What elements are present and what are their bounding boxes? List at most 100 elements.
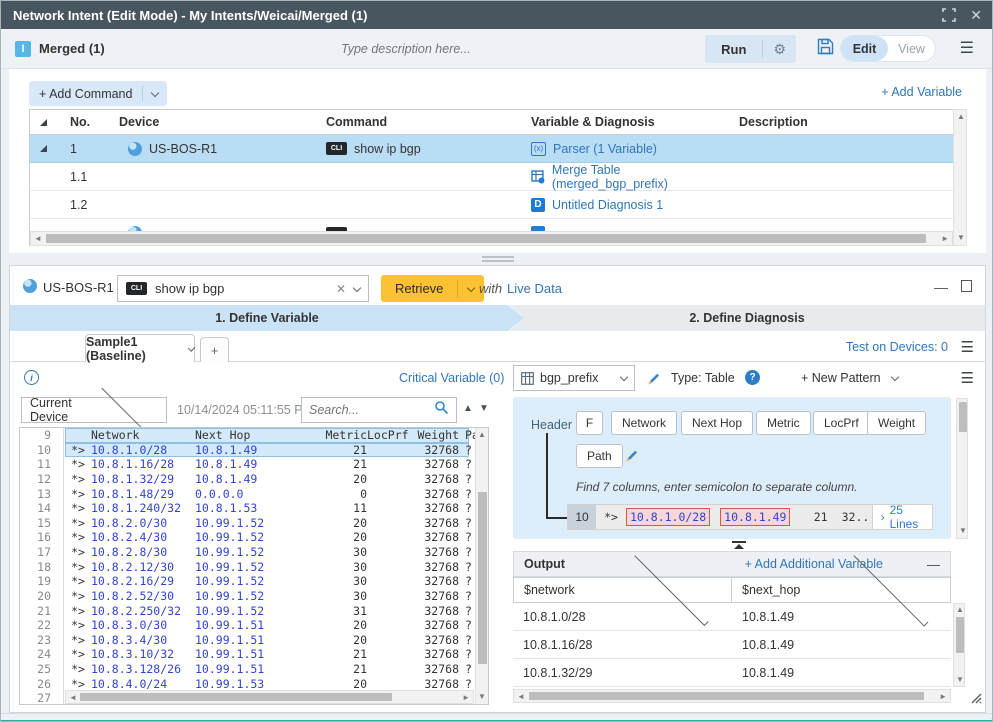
code-line[interactable]: 25*>10.8.3.128/2610.99.1.512132768? [20, 662, 488, 677]
search-icon[interactable] [434, 400, 449, 420]
scroll-thumb[interactable] [478, 492, 487, 664]
scroll-up-icon[interactable]: ▲ [956, 606, 964, 614]
code-line[interactable]: 10*>10.8.1.0/2810.8.1.492132768? [20, 443, 488, 458]
code-line[interactable]: 24*>10.8.3.10/3210.99.1.512132768? [20, 647, 488, 662]
scroll-thumb[interactable] [959, 402, 967, 432]
code-line[interactable]: 23*>10.8.3.4/3010.99.1.512032768? [20, 633, 488, 648]
scroll-right-icon[interactable]: ► [939, 693, 947, 701]
variable-select[interactable]: bgp_prefix [513, 365, 635, 391]
output-vscrollbar[interactable]: ▲ ▼ [953, 603, 965, 687]
output-column-nexthop[interactable]: $next_hop [732, 577, 951, 603]
retrieve-button[interactable]: Retrieve [381, 275, 484, 302]
merge-table-link[interactable]: Merge Table (merged_bgp_prefix) [552, 163, 739, 191]
view-toggle[interactable]: View [888, 36, 935, 61]
table-row[interactable]: 1.1 Merge Table (merged_bgp_prefix) [30, 163, 966, 191]
pattern-column-button[interactable]: Next Hop [681, 411, 753, 435]
description-input[interactable] [341, 37, 581, 61]
code-line[interactable]: 13*>10.8.1.48/290.0.0.0032768? [20, 487, 488, 502]
sample-menu-icon[interactable]: ☰ [961, 338, 974, 356]
add-command-button[interactable]: + Add Command [29, 81, 167, 106]
search-prev-icon[interactable]: ▲ [463, 403, 473, 414]
scroll-left-icon[interactable]: ◄ [69, 694, 77, 702]
info-icon[interactable]: i [24, 370, 39, 385]
code-line[interactable]: 17*>10.8.2.8/3010.99.1.523032768? [20, 545, 488, 560]
code-line[interactable]: 11*>10.8.1.16/2810.8.1.492132768? [20, 457, 488, 472]
collapse-all-icon[interactable] [40, 119, 47, 126]
test-on-devices-link[interactable]: Test on Devices: 0 [846, 340, 948, 354]
add-variable-link[interactable]: + Add Variable [881, 85, 962, 99]
search-box[interactable] [301, 397, 457, 423]
output-row[interactable]: 10.8.1.16/28 10.8.1.49 [513, 631, 951, 659]
code-line[interactable]: 15*>10.8.2.0/3010.99.1.522032768? [20, 516, 488, 531]
pattern-sample-line[interactable]: 10 *> 10.8.1.0/28 10.8.1.49 21 32... › 2… [567, 504, 933, 530]
live-data-link[interactable]: Live Data [507, 281, 562, 296]
diagnosis-link[interactable]: Untitled Diagnosis 1 [552, 198, 663, 212]
scroll-thumb[interactable] [956, 617, 964, 653]
scroll-thumb[interactable] [46, 234, 926, 243]
output-hscrollbar[interactable]: ◄ ► [513, 689, 951, 703]
search-input[interactable] [309, 403, 434, 417]
code-line[interactable]: 14*>10.8.1.240/3210.8.1.531132768? [20, 501, 488, 516]
code-line[interactable]: 9NetworkNext HopMetricLocPrfWeightPath [20, 428, 488, 443]
panel-splitter[interactable] [482, 256, 514, 263]
scroll-thumb[interactable] [529, 692, 924, 700]
code-line[interactable]: 19*>10.8.2.16/2910.99.1.523032768? [20, 574, 488, 589]
variable-select-chevron-icon[interactable] [620, 373, 628, 381]
pattern-column-button[interactable]: F [576, 411, 603, 435]
command-dropdown-icon[interactable] [354, 280, 360, 298]
code-vscrollbar[interactable]: ▲ ▼ [475, 428, 488, 704]
tab-define-variable[interactable]: 1. Define Variable [10, 305, 524, 331]
add-command-chevron-icon[interactable] [143, 87, 167, 101]
clear-command-icon[interactable]: ✕ [336, 282, 346, 296]
run-button[interactable]: Run [705, 42, 762, 57]
code-line[interactable]: 22*>10.8.3.0/3010.99.1.512032768? [20, 618, 488, 633]
search-next-icon[interactable]: ▼ [479, 403, 489, 414]
run-settings-gear-icon[interactable]: ⚙ [763, 41, 796, 58]
code-line[interactable]: 12*>10.8.1.32/2910.8.1.492032768? [20, 472, 488, 487]
table-row[interactable]: 1 US-BOS-R1 CLI show ip bgp (x) Parser (… [30, 135, 966, 163]
scroll-down-icon[interactable]: ▼ [959, 527, 967, 535]
add-sample-tab[interactable]: + [200, 337, 229, 362]
critical-variable-link[interactable]: Critical Variable (0) [399, 371, 504, 385]
output-row[interactable]: 10.8.1.32/29 10.8.1.49 [513, 659, 951, 687]
output-column-network[interactable]: $network [513, 577, 732, 603]
scroll-down-icon[interactable]: ▼ [956, 676, 964, 684]
code-hscrollbar[interactable]: ◄ ► [65, 690, 474, 704]
sample-tab-chevron-icon[interactable] [187, 344, 195, 352]
command-input[interactable]: CLI show ip bgp ✕ [117, 275, 369, 302]
code-line[interactable]: 20*>10.8.2.52/3010.99.1.523032768? [20, 589, 488, 604]
edit-variable-pencil-icon[interactable] [645, 370, 661, 391]
output-minimize-icon[interactable]: — [927, 557, 940, 572]
scroll-right-icon[interactable]: ► [941, 235, 949, 243]
cli-output-view[interactable]: 9NetworkNext HopMetricLocPrfWeightPath10… [19, 427, 489, 705]
code-line[interactable]: 18*>10.8.2.12/3010.99.1.523032768? [20, 560, 488, 575]
pattern-menu-icon[interactable]: ☰ [961, 369, 974, 387]
table-vscrollbar[interactable]: ▲ ▼ [953, 109, 967, 246]
save-icon[interactable] [817, 38, 834, 60]
edit-pattern-pencil-icon[interactable] [623, 447, 639, 468]
code-line[interactable]: 21*>10.8.2.250/3210.99.1.523132768? [20, 604, 488, 619]
help-icon[interactable]: ? [745, 370, 760, 385]
tab-define-diagnosis[interactable]: 2. Define Diagnosis [509, 305, 985, 331]
pattern-column-button[interactable]: Metric [756, 411, 811, 435]
parser-link[interactable]: Parser (1 Variable) [553, 142, 657, 156]
scroll-right-icon[interactable]: ► [462, 694, 470, 702]
pattern-column-button[interactable]: LocPrf [813, 411, 870, 435]
tab-sample-baseline[interactable]: Sample1 (Baseline) [85, 334, 195, 362]
scroll-up-icon[interactable]: ▲ [478, 431, 486, 439]
scroll-down-icon[interactable]: ▼ [957, 234, 965, 242]
fullscreen-icon[interactable] [942, 8, 956, 22]
source-select[interactable]: Current Device [21, 397, 167, 423]
pattern-column-button[interactable]: Weight [867, 411, 926, 435]
new-pattern-chevron-icon[interactable] [891, 373, 899, 381]
scroll-left-icon[interactable]: ◄ [34, 235, 42, 243]
pattern-column-button[interactable]: Path [576, 444, 623, 468]
edit-toggle[interactable]: Edit [841, 36, 888, 61]
scroll-up-icon[interactable]: ▲ [957, 113, 965, 121]
output-row[interactable]: 10.8.1.0/28 10.8.1.49 [513, 603, 951, 631]
scroll-thumb[interactable] [80, 693, 392, 701]
table-hscrollbar[interactable]: ◄ ► [30, 231, 953, 246]
row-collapse-icon[interactable] [40, 145, 47, 152]
code-line[interactable]: 16*>10.8.2.4/3010.99.1.522032768? [20, 530, 488, 545]
resize-grip-icon[interactable] [971, 691, 982, 709]
